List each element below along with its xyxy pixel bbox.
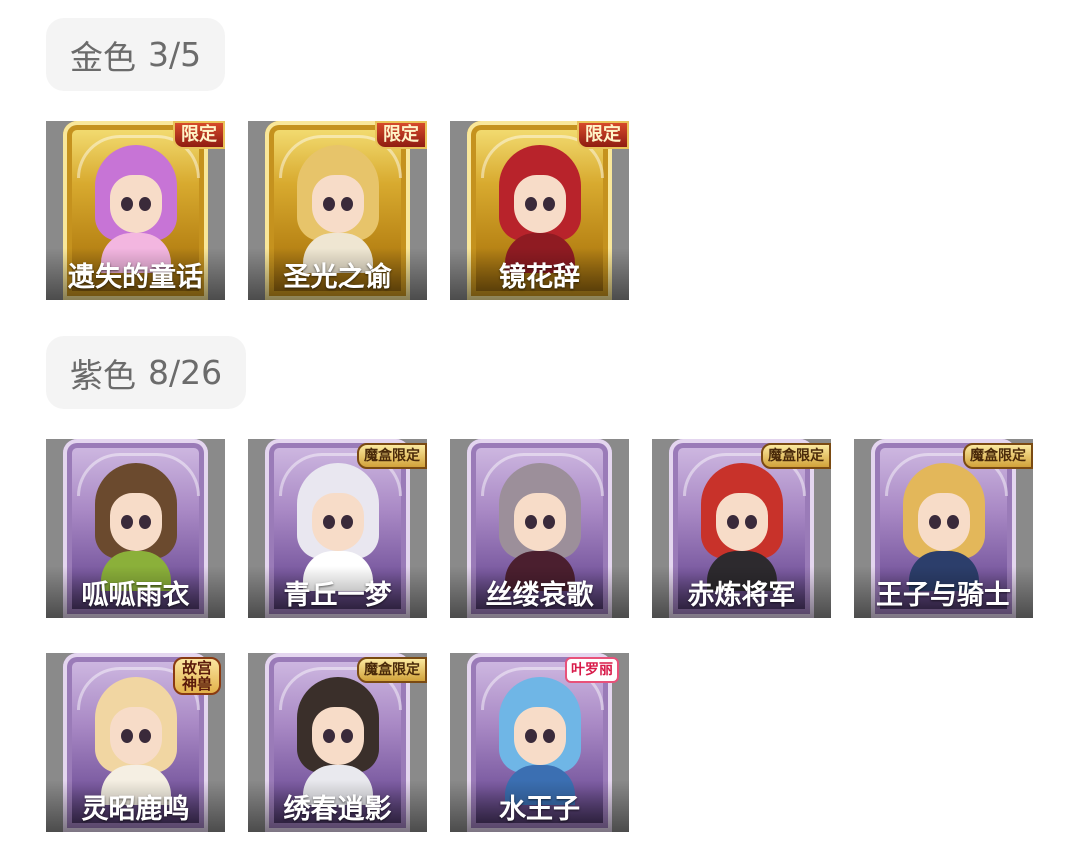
skin-name: 王子与骑士 [854,566,1033,618]
gold-section-header: 金色 3/5 [46,18,226,91]
skin-card[interactable]: 魔盒限定赤炼将军 [652,439,831,618]
skin-name: 绣春逍影 [248,780,427,832]
purple-count: 8/26 [148,353,223,392]
portrait-face [110,707,162,765]
portrait-eye [139,729,151,743]
skin-card[interactable]: 魔盒限定青丘一梦 [248,439,427,618]
skin-tag-badge: 故宫神兽 [173,657,221,695]
portrait-eye [745,515,757,529]
character-portrait [499,463,581,591]
portrait-eye [341,515,353,529]
character-portrait [95,145,177,273]
skin-tag-badge: 限定 [173,121,225,149]
portrait-face [514,707,566,765]
skin-name: 赤炼将军 [652,566,831,618]
portrait-face [312,493,364,551]
portrait-eye [121,197,133,211]
portrait-eye [341,197,353,211]
portrait-face [312,707,364,765]
portrait-eye [525,197,537,211]
skin-card[interactable]: 魔盒限定绣春逍影 [248,653,427,832]
portrait-eye [929,515,941,529]
skin-card[interactable]: 叶罗丽水王子 [450,653,629,832]
character-portrait [701,463,783,591]
skin-card[interactable]: 故宫神兽灵昭鹿鸣 [46,653,225,832]
purple-skin-grid: 呱呱雨衣 魔盒限定 青丘一梦 丝缕哀歌 魔盒限定 赤炼将军 魔盒限定 王子与骑士 故宫神兽 灵昭鹿… [46,439,1046,832]
skin-name: 丝缕哀歌 [450,566,629,618]
skin-name: 遗失的童话 [46,248,225,300]
portrait-eye [139,515,151,529]
portrait-face [514,175,566,233]
skin-name: 灵昭鹿鸣 [46,780,225,832]
skin-name: 镜花辞 [450,248,629,300]
skin-name: 呱呱雨衣 [46,566,225,618]
gold-label: 金色 [70,37,136,77]
portrait-face [110,175,162,233]
skin-card[interactable]: 限定圣光之谕 [248,121,427,300]
character-portrait [297,145,379,273]
skin-tag-badge: 限定 [577,121,629,149]
character-portrait [297,677,379,805]
portrait-eye [323,729,335,743]
skin-card[interactable]: 丝缕哀歌 [450,439,629,618]
character-portrait [903,463,985,591]
skin-tag-badge: 魔盒限定 [357,443,427,469]
character-portrait [499,677,581,805]
skin-name: 青丘一梦 [248,566,427,618]
portrait-eye [139,197,151,211]
skin-tag-badge: 限定 [375,121,427,149]
character-portrait [297,463,379,591]
portrait-eye [543,729,555,743]
skin-card[interactable]: 呱呱雨衣 [46,439,225,618]
skin-tag-badge: 魔盒限定 [963,443,1033,469]
skin-tag-badge: 叶罗丽 [565,657,619,683]
purple-section-header: 紫色 8/26 [46,336,247,409]
skin-tag-badge: 魔盒限定 [761,443,831,469]
skin-card[interactable]: 魔盒限定王子与骑士 [854,439,1033,618]
gold-count: 3/5 [148,35,202,74]
portrait-eye [341,729,353,743]
portrait-face [918,493,970,551]
portrait-face [110,493,162,551]
purple-label: 紫色 [70,355,136,395]
portrait-eye [121,515,133,529]
portrait-eye [121,729,133,743]
portrait-face [312,175,364,233]
skin-name: 水王子 [450,780,629,832]
portrait-face [716,493,768,551]
portrait-eye [323,197,335,211]
portrait-eye [525,515,537,529]
portrait-eye [543,515,555,529]
gold-skin-grid: 限定 遗失的童话 限定 圣光之谕 限定 镜花辞 [46,121,1046,300]
portrait-eye [525,729,537,743]
portrait-eye [543,197,555,211]
portrait-eye [323,515,335,529]
character-portrait [95,677,177,805]
portrait-eye [947,515,959,529]
skin-tag-badge: 魔盒限定 [357,657,427,683]
character-portrait [95,463,177,591]
skin-card[interactable]: 限定镜花辞 [450,121,629,300]
portrait-eye [727,515,739,529]
skin-name: 圣光之谕 [248,248,427,300]
skin-card[interactable]: 限定遗失的童话 [46,121,225,300]
character-portrait [499,145,581,273]
portrait-face [514,493,566,551]
